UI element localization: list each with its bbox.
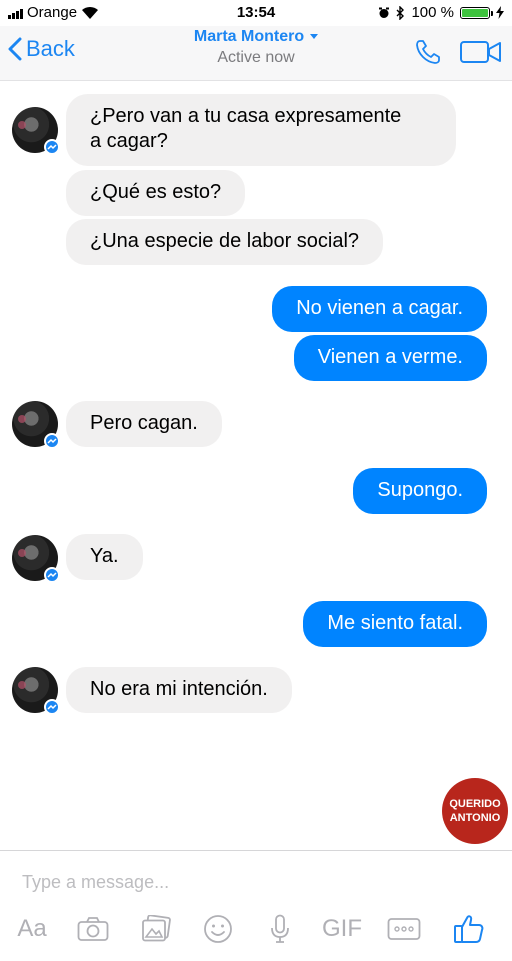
messenger-badge-icon — [44, 567, 60, 583]
message-text: Me siento fatal. — [327, 612, 463, 634]
name-caret-icon — [310, 34, 319, 40]
message-text: Ya. — [90, 545, 119, 567]
message-text: ¿Una especie de labor social? — [90, 230, 360, 252]
message-text: No vienen a cagar. — [296, 297, 463, 319]
outgoing-message[interactable]: No vienen a cagar. — [272, 286, 487, 332]
status-right: 100 % — [378, 4, 504, 21]
more-icon — [387, 918, 421, 940]
outgoing-message[interactable]: Supongo. — [353, 468, 487, 514]
microphone-icon — [271, 914, 289, 943]
alarm-icon — [379, 7, 390, 18]
composer: Aa — [0, 850, 512, 961]
contact-avatar[interactable] — [12, 535, 60, 583]
watermark-line: ANTONIO — [449, 812, 501, 824]
contact-avatar[interactable] — [12, 107, 60, 155]
messenger-badge-icon — [44, 699, 60, 715]
conversation-header: Back Marta Montero Active now — [0, 26, 512, 81]
emoji-icon — [204, 915, 232, 943]
watermark-logo: QUERIDO ANTONIO — [442, 778, 508, 844]
video-call-icon[interactable] — [460, 40, 502, 64]
messenger-badge-icon — [44, 433, 60, 449]
microphone-button[interactable] — [268, 911, 292, 947]
outgoing-message[interactable]: Vienen a verme. — [293, 335, 487, 381]
aa-button[interactable]: Aa — [14, 911, 50, 947]
charging-bolt-icon — [496, 6, 504, 19]
incoming-message[interactable]: No era mi intención. — [66, 667, 292, 713]
battery-level — [462, 8, 488, 17]
gallery-button[interactable] — [140, 911, 172, 947]
message-text: No era mi intención. — [90, 678, 268, 700]
like-button[interactable] — [452, 911, 486, 947]
incoming-message[interactable]: Pero cagan. — [66, 401, 222, 447]
aa-label: Aa — [17, 915, 47, 942]
contact-name: Marta Montero — [193, 28, 305, 45]
incoming-message[interactable]: ¿Qué es esto? — [66, 170, 246, 216]
camera-icon — [77, 917, 109, 941]
message-line: a cagar? — [90, 130, 168, 152]
composer-toolbar: Aa GIF — [0, 911, 512, 951]
incoming-message[interactable]: ¿Pero van a tu casa expresamente a cagar… — [66, 94, 456, 166]
bluetooth-icon — [396, 5, 405, 20]
message-text: ¿Qué es esto? — [90, 181, 222, 203]
battery-percent: 100 % — [411, 4, 454, 21]
gallery-icon — [142, 915, 171, 942]
messenger-badge-icon — [44, 139, 60, 155]
camera-button[interactable] — [76, 911, 110, 947]
message-text: Pero cagan. — [90, 412, 198, 434]
watermark-line: QUERIDO — [449, 798, 501, 810]
gif-button[interactable]: GIF — [320, 911, 364, 947]
thumbs-up-icon — [454, 915, 484, 943]
incoming-message[interactable]: Ya. — [66, 534, 143, 580]
status-bar: Orange 13:54 100 % — [0, 0, 512, 26]
message-text: Vienen a verme. — [317, 346, 463, 368]
gif-label: GIF — [322, 915, 362, 942]
message-input[interactable] — [22, 869, 482, 895]
phone-call-icon[interactable] — [414, 38, 442, 66]
emoji-button[interactable] — [202, 911, 234, 947]
more-button[interactable] — [386, 911, 422, 947]
message-text: Supongo. — [377, 479, 463, 501]
outgoing-message[interactable]: Me siento fatal. — [303, 601, 487, 647]
battery-icon — [460, 6, 493, 19]
contact-avatar[interactable] — [12, 401, 60, 449]
contact-avatar[interactable] — [12, 667, 60, 715]
incoming-message[interactable]: ¿Una especie de labor social? — [66, 219, 384, 265]
message-line: ¿Pero van a tu casa expresamente — [90, 105, 402, 127]
